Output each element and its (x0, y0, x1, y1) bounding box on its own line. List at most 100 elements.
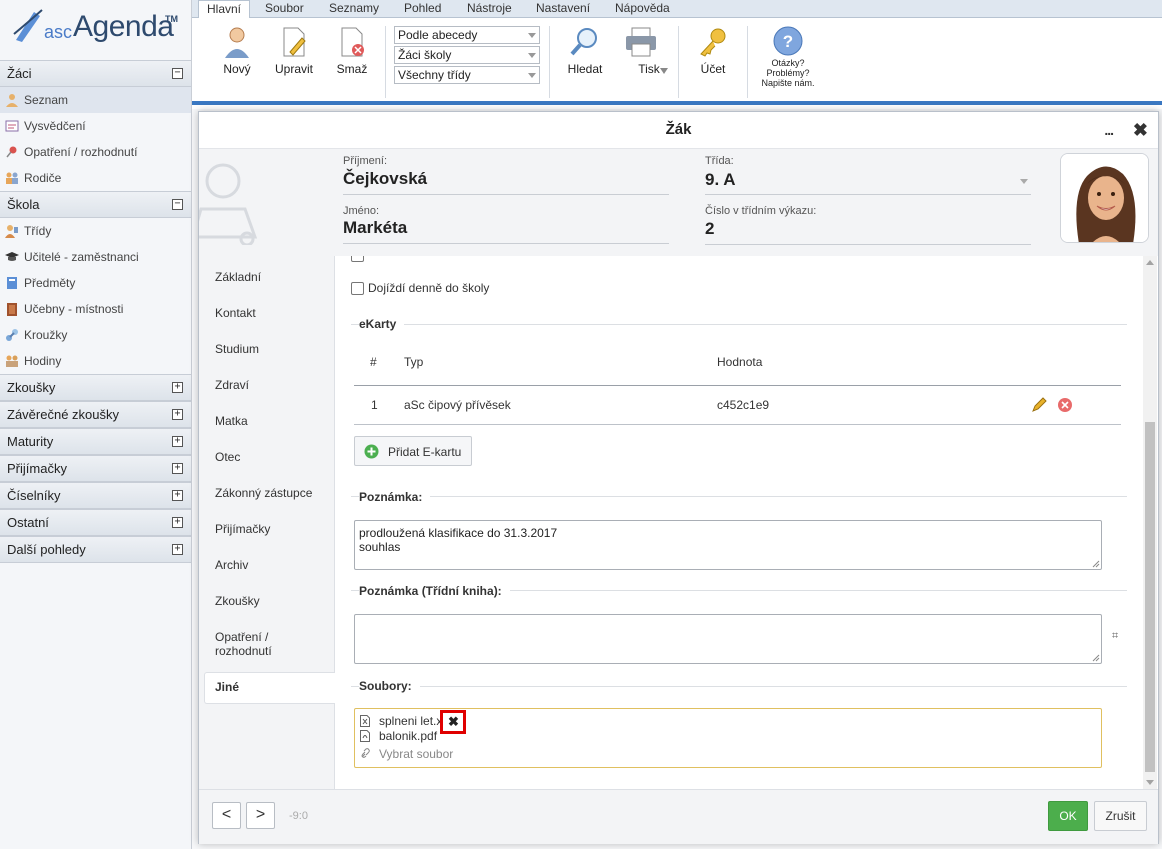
expand-icon[interactable]: + (172, 544, 183, 555)
choose-file-link[interactable]: Vybrat soubor (379, 747, 453, 761)
tab-prijimacky[interactable]: Přijímačky (215, 522, 270, 536)
sidebar-item-vysvedceni[interactable]: Vysvědčení (0, 113, 191, 139)
class-dropdown-icon[interactable] (1020, 179, 1028, 184)
prev-button[interactable]: < (212, 802, 241, 829)
name-value[interactable]: Markéta (343, 218, 407, 238)
checkbox-hidden[interactable] (351, 256, 364, 262)
plus-circle-icon (364, 444, 379, 459)
delete-button[interactable]: Smaž (335, 26, 369, 76)
pencil-icon[interactable] (1031, 397, 1047, 413)
edit-label: Upravit (274, 62, 313, 76)
collapse-icon[interactable]: − (172, 68, 183, 79)
expand-icon[interactable]: + (172, 490, 183, 501)
file-name[interactable]: balonik.pdf (379, 729, 437, 743)
next-button[interactable]: > (246, 802, 275, 829)
sidebar-section-zaci[interactable]: Žáci − (0, 60, 191, 87)
tab-jine[interactable]: Jiné (215, 680, 239, 694)
tab-soubor[interactable]: Soubor (257, 0, 312, 18)
resize-handle-icon[interactable] (1092, 560, 1100, 568)
collapse-icon[interactable]: − (172, 199, 183, 210)
tab-archiv[interactable]: Archiv (215, 558, 248, 572)
cancel-button[interactable]: Zrušit (1094, 801, 1147, 831)
hash-icon[interactable]: ⌗ (1112, 630, 1118, 643)
tab-studium[interactable]: Studium (215, 342, 259, 356)
new-button[interactable]: Nový (220, 26, 254, 76)
class-value[interactable]: 9. A (705, 170, 736, 190)
sort-select[interactable]: Podle abecedy (394, 26, 540, 44)
file-name[interactable]: splneni let.x (379, 714, 442, 728)
add-ekarta-button[interactable]: Přidat E-kartu (354, 436, 472, 466)
close-icon[interactable]: ✖ (1133, 120, 1148, 141)
tab-napoveda[interactable]: Nápověda (607, 0, 678, 18)
commute-checkbox[interactable] (351, 282, 364, 295)
dialog-tabs: Základní Kontakt Studium Zdraví Matka Ot… (199, 256, 335, 789)
new-label: Nový (223, 62, 251, 76)
remove-icon[interactable] (1057, 397, 1073, 413)
scroll-up-icon[interactable] (1146, 260, 1154, 265)
note-class-textarea[interactable] (354, 614, 1102, 664)
print-button[interactable]: Tisk (624, 26, 674, 76)
more-options-icon[interactable]: ... (1104, 122, 1114, 138)
menu-bar: Hlavní Soubor Seznamy Pohled Nástroje Na… (192, 0, 1162, 19)
sidebar-item-krouzky[interactable]: Kroužky (0, 322, 191, 348)
sidebar-section-ostatni[interactable]: Ostatní + (0, 509, 191, 536)
sidebar-section-maturity[interactable]: Maturity + (0, 428, 191, 455)
sidebar-item-seznam[interactable]: Seznam (0, 87, 191, 113)
expand-icon[interactable]: + (172, 517, 183, 528)
expand-icon[interactable]: + (172, 463, 183, 474)
note-textarea[interactable]: prodloužená klasifikace do 31.3.2017 sou… (354, 520, 1102, 570)
scrollbar-thumb[interactable] (1145, 422, 1155, 772)
account-label: Účet (700, 62, 726, 76)
tab-zkousky[interactable]: Zkoušky (215, 594, 260, 608)
tab-kontakt[interactable]: Kontakt (215, 306, 256, 320)
tab-zakonny-zastupce[interactable]: Zákonný zástupce (215, 486, 312, 500)
tab-seznamy[interactable]: Seznamy (321, 0, 387, 18)
tab-nastroje[interactable]: Nástroje (459, 0, 520, 18)
files-legend: Soubory: (359, 679, 420, 693)
remove-file-highlight[interactable]: ✖ (440, 710, 466, 734)
sidebar-item-ucebny[interactable]: Učebny - místnosti (0, 296, 191, 322)
group-select[interactable]: Žáci školy (394, 46, 540, 64)
sidebar-item-rodice[interactable]: Rodiče (0, 165, 191, 191)
sidebar-item-hodiny[interactable]: Hodiny (0, 348, 191, 374)
ribbon-separator (549, 26, 550, 98)
sidebar-section-ciselniky[interactable]: Číselníky + (0, 482, 191, 509)
tab-nastaveni[interactable]: Nastavení (528, 0, 598, 18)
sidebar-item-ucitele[interactable]: Učitelé - zaměstnanci (0, 244, 191, 270)
tab-pohled[interactable]: Pohled (396, 0, 449, 18)
resize-handle-icon[interactable] (1092, 654, 1100, 662)
sidebar-section-prijimacky[interactable]: Přijímačky + (0, 455, 191, 482)
surname-value[interactable]: Čejkovská (343, 169, 427, 189)
edit-button[interactable]: Upravit (274, 26, 314, 76)
number-value[interactable]: 2 (705, 219, 714, 239)
content-scrollbar[interactable] (1143, 256, 1157, 789)
expand-icon[interactable]: + (172, 436, 183, 447)
remove-file-icon[interactable]: ✖ (448, 714, 459, 730)
expand-icon[interactable]: + (172, 409, 183, 420)
print-dropdown-icon[interactable] (660, 68, 668, 74)
class-icon (5, 225, 18, 238)
logo-prefix: asc (44, 22, 73, 42)
sidebar-item-predmety[interactable]: Předměty (0, 270, 191, 296)
sidebar-section-zaverecne-zkousky[interactable]: Závěrečné zkoušky + (0, 401, 191, 428)
tab-opatreni[interactable]: Opatření / rozhodnutí (215, 630, 305, 658)
tab-hlavni[interactable]: Hlavní (198, 0, 251, 19)
expand-icon[interactable]: + (172, 382, 183, 393)
search-button[interactable]: Hledat (564, 26, 606, 76)
tab-zdravi[interactable]: Zdraví (215, 378, 249, 392)
tab-zakladni[interactable]: Základní (215, 270, 261, 284)
help-button[interactable]: ? Otázky? Problémy? Napište nám. (758, 26, 818, 88)
ok-button[interactable]: OK (1048, 801, 1088, 831)
sidebar-item-opatreni[interactable]: Opatření / rozhodnutí (0, 139, 191, 165)
tab-matka[interactable]: Matka (215, 414, 248, 428)
student-photo[interactable] (1060, 153, 1149, 243)
sidebar-section-dalsi-pohledy[interactable]: Další pohledy + (0, 536, 191, 563)
tab-otec[interactable]: Otec (215, 450, 240, 464)
scroll-down-icon[interactable] (1146, 780, 1154, 785)
sidebar-section-zkousky[interactable]: Zkoušky + (0, 374, 191, 401)
class-select[interactable]: Všechny třídy (394, 66, 540, 84)
sidebar-section-skola[interactable]: Škola − (0, 191, 191, 218)
logo-pen-icon (13, 9, 43, 42)
account-button[interactable]: Účet (694, 26, 732, 76)
sidebar-item-tridy[interactable]: Třídy (0, 218, 191, 244)
